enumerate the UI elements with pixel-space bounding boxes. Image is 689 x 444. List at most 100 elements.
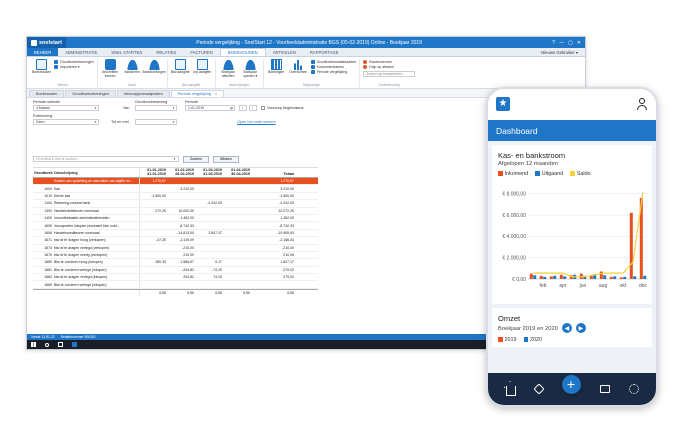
task-view-icon[interactable] xyxy=(58,342,63,347)
col-nr[interactable]: Grootboek xyxy=(33,168,53,177)
tab-beheer[interactable]: BEHEER xyxy=(27,48,59,56)
table-row[interactable]: 1674 btw af te dragen verlegd (verkopen) -… xyxy=(33,244,318,252)
ledger-small-icon xyxy=(54,60,58,64)
cell-p3 xyxy=(195,245,223,251)
add-button[interactable]: + xyxy=(561,374,581,394)
table-row[interactable]: 1000 Kas 3.210,00 3.210,00 xyxy=(33,185,318,193)
table-row[interactable]: 1606 Handelscrediteuren nominaal -14.813,0… xyxy=(33,229,318,238)
grootboek-tot-select[interactable]: ▼ xyxy=(135,119,177,125)
bar-uitgaand xyxy=(613,276,617,279)
help-button[interactable]: ? xyxy=(552,40,555,46)
table-row[interactable]: Kosten van opstelling en aanvullen van a… xyxy=(33,178,318,186)
comparison-table: Grootboek Omschrijving 01-01-2019 31-01-2… xyxy=(33,167,318,296)
afschriften-inlezen-button[interactable]: Afschriften inlezen xyxy=(101,59,120,83)
table-row[interactable]: 1605 Vooraporten inkopen (exclusief btw, … xyxy=(33,222,318,230)
table-row[interactable]: 1010 Kleine kas -1.500,00 -1.500,00 xyxy=(33,192,318,201)
wallet-icon[interactable] xyxy=(599,385,610,393)
rubricering-select[interactable]: Geen ▼ xyxy=(33,119,99,125)
col-period-4[interactable]: 01-04-2019 30-04-2019 xyxy=(223,168,251,177)
boekingen-button[interactable]: Boekingen xyxy=(267,59,286,83)
table-row[interactable]: 1689 Btw te vorderen verlegd (inkopen) xyxy=(33,281,318,289)
col-period-1[interactable]: 01-01-2019 31-01-2019 xyxy=(139,168,167,177)
minimize-button[interactable]: — xyxy=(559,40,564,46)
doc-tab-periode-vergelijking[interactable]: Periode vergelijking × xyxy=(170,90,225,97)
boekhouden-button[interactable]: Boekhouden xyxy=(32,59,51,83)
ribbon-search-input[interactable]: Zoeken op kenmerk/fun... xyxy=(363,71,416,77)
tab-relaties[interactable]: RELATIES xyxy=(149,48,183,56)
tab-facturen[interactable]: FACTUREN xyxy=(183,48,220,56)
next-year-button[interactable]: ▶ xyxy=(575,323,586,333)
user-icon[interactable] xyxy=(636,97,648,111)
period-prev-button[interactable]: ‹ xyxy=(239,105,247,111)
settings-icon[interactable] xyxy=(628,384,639,394)
grootboek-van-select[interactable]: ▼ xyxy=(135,105,177,111)
app-name: snelstart xyxy=(39,39,62,46)
y-tick-label: € 6.000,00 xyxy=(502,213,526,219)
home-icon[interactable] xyxy=(505,386,516,396)
cell-p1 xyxy=(139,229,167,237)
hulp-op-afstand-link[interactable]: Hulp op afstand xyxy=(363,65,415,69)
table-row[interactable]: 1680 Btw te vorderen hoog (inkopen) 280,33… xyxy=(33,259,318,267)
user-menu[interactable]: Nieuwe Gebruiker ▾ xyxy=(534,48,585,56)
open-old-screen-link[interactable]: Open het oude scherm xyxy=(237,120,276,124)
voorloop-checkbox[interactable]: Voorloop beginbalans xyxy=(261,106,304,110)
col-period-3[interactable]: 01-03-2019 31-03-2019 xyxy=(195,168,223,177)
grootboekmutatiekaarten-link[interactable]: Grootboekmutatiekaarten xyxy=(310,60,356,64)
cell-omschrijving: Vooraporten inkopen (exclusief btw, subt… xyxy=(54,223,120,228)
snelstart-taskbar-icon[interactable] xyxy=(72,342,77,347)
bankboekingen-button[interactable]: Bankboekingen xyxy=(142,59,166,83)
btw-aangifte-button[interactable]: Btw-aangifte xyxy=(171,59,190,83)
doc-tab-grootboekrekeningen[interactable]: Grootboekrekeningen xyxy=(65,90,116,97)
periode-date-input[interactable]: 1-01-2019 ▦ xyxy=(185,105,235,111)
maximize-button[interactable]: ▢ xyxy=(568,40,573,46)
star-logo-icon[interactable]: ★ xyxy=(496,97,510,111)
search-icon[interactable] xyxy=(45,342,49,347)
wissen-button[interactable]: Wissen xyxy=(213,155,239,163)
tag-icon[interactable] xyxy=(532,383,545,395)
klantenservice-link[interactable]: Klantenservice xyxy=(363,60,415,64)
table-row[interactable]: 1100 Rekening-courant bank -4.202,00 -4.202… xyxy=(33,200,318,208)
periode-selectie-select[interactable]: 4 Maand ▼ xyxy=(33,105,99,111)
report-small-icon xyxy=(310,70,315,74)
table-row[interactable]: 1671 btw af te dragen hoog (verkopen) -47,… xyxy=(33,237,318,245)
close-button[interactable]: ✕ xyxy=(577,40,581,46)
legend-2020[interactable]: 2020 xyxy=(523,337,542,343)
boekjaar-afsluiten-button[interactable]: Boekjaar afsluiten xyxy=(219,59,238,83)
icp-aangifte-button[interactable]: Icp-aangifte xyxy=(193,59,212,83)
tab-boekhouden[interactable]: BOEKHOUDEN xyxy=(219,48,266,56)
period-next-button[interactable]: › xyxy=(249,105,257,111)
table-header: Grootboek Omschrijving 01-01-2019 31-01-2… xyxy=(33,167,318,178)
importeren-link[interactable]: Importeren ▾ xyxy=(54,65,94,69)
table-search-input[interactable]: Vind tekst in een te zoeken... ▼ xyxy=(33,156,179,162)
x-tick-label: jun xyxy=(579,283,587,289)
bar-uitgaand xyxy=(533,275,537,279)
col-totaal[interactable]: Totaal xyxy=(263,168,295,177)
close-tab-icon[interactable]: × xyxy=(215,92,217,96)
tab-snel-starten[interactable]: SNEL STARTEN xyxy=(104,48,149,56)
legend-2019[interactable]: 2019 xyxy=(498,337,517,343)
cell-omschrijving: btw af te dragen verlegd (verkopen) xyxy=(54,245,110,250)
col-period-2[interactable]: 01-02-2019 28-02-2019 xyxy=(167,168,195,177)
table-row[interactable]: 1684 btw af te dragen verlegd (inkopen) 20… xyxy=(33,274,318,282)
windows-start-icon[interactable] xyxy=(31,342,36,347)
prev-year-button[interactable]: ◀ xyxy=(561,323,572,333)
cell-p1: 272,25 xyxy=(139,207,167,214)
table-row[interactable]: 1400 Vooruitbetaalde administratiekosten 1… xyxy=(33,214,318,223)
overzichten-button[interactable]: Overzichten xyxy=(289,59,308,83)
doc-tab-boekhouden[interactable]: Boekhouden xyxy=(29,90,65,97)
bankieren-button[interactable]: Bankieren xyxy=(123,59,142,83)
grootboekrekeningen-link[interactable]: Grootboekrekeningen xyxy=(54,60,94,64)
tab-artikelen[interactable]: ARTIKELEN xyxy=(266,48,303,56)
table-row[interactable]: 1681 Btw te vorderen verlegd (inkopen) -20… xyxy=(33,266,318,275)
table-row[interactable]: 1300 Handelsdebiteuren nominaal 272,25 10.0… xyxy=(33,207,318,215)
zoeken-button[interactable]: Zoeken xyxy=(183,155,209,163)
doc-tab-verkoopjournaalposten[interactable]: Verkoopjournaalposten xyxy=(116,90,170,97)
boekjaar-openen-button[interactable]: Boekjaar openen ▾ xyxy=(241,59,260,83)
tab-administratie[interactable]: ADMINISTRATIE xyxy=(58,48,104,56)
cashflow-title: Kas- en bankstroom xyxy=(498,151,566,160)
periode-vergelijking-link[interactable]: Periode vergelijking xyxy=(310,70,357,74)
table-row[interactable]: 1675 btw af te dragen overig (verkopen) 21… xyxy=(33,251,318,260)
tab-rapportage[interactable]: RAPPORTAGE xyxy=(303,48,346,56)
kolommenbalans-link[interactable]: Kolommenbalans xyxy=(310,65,357,69)
col-omschrijving[interactable]: Omschrijving xyxy=(53,168,139,177)
